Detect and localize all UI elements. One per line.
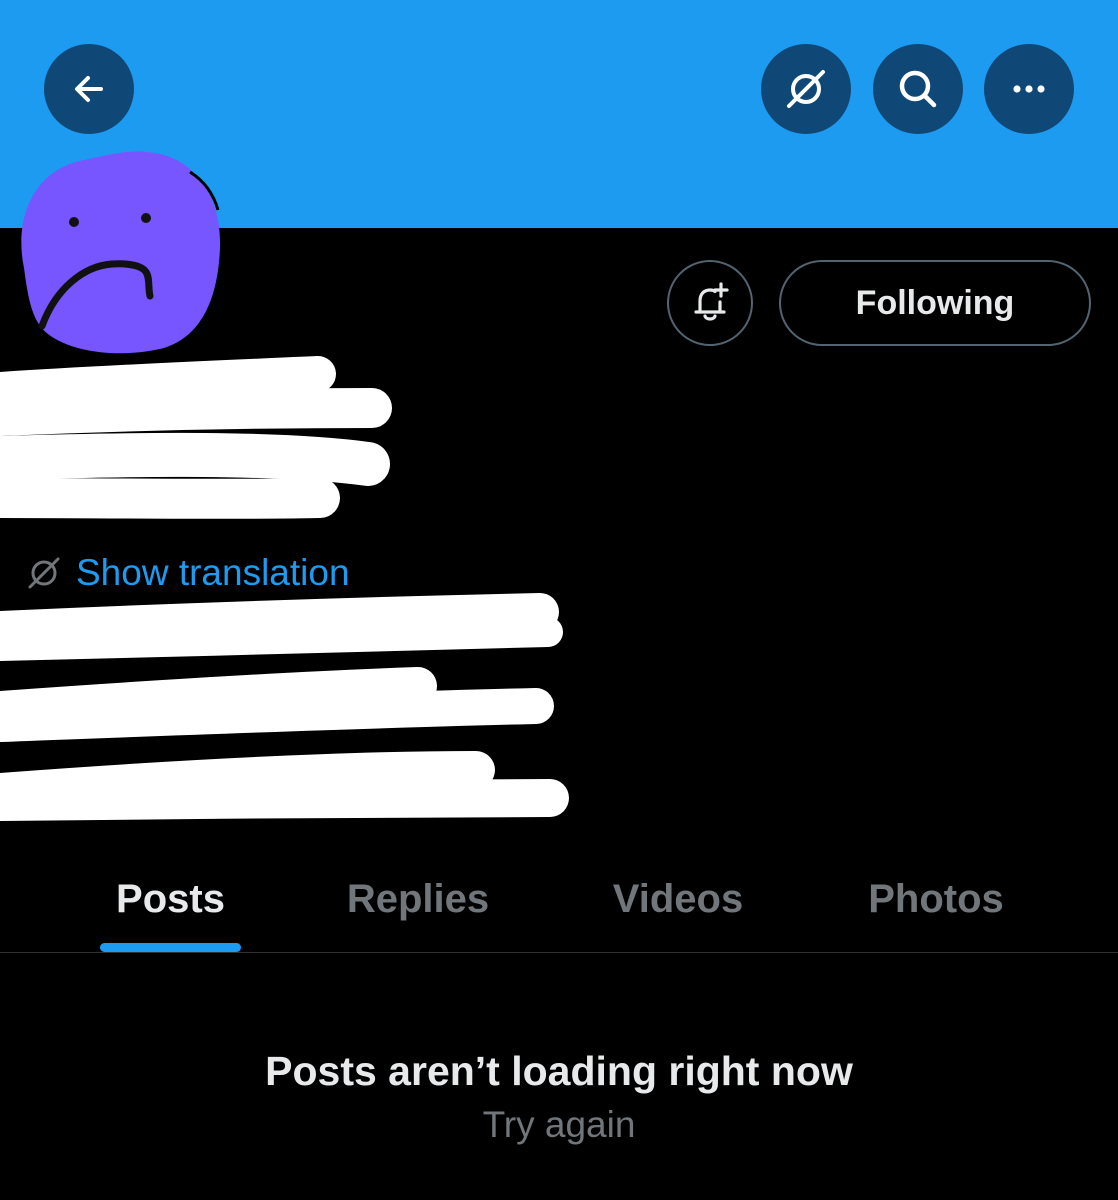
tab-replies[interactable]: Replies	[318, 845, 518, 953]
show-translation-link[interactable]: Show translation	[26, 548, 350, 598]
notification-bell-button[interactable]	[667, 260, 753, 346]
following-button[interactable]: Following	[779, 260, 1091, 346]
arrow-left-icon	[75, 76, 103, 102]
show-translation-label: Show translation	[76, 552, 350, 593]
profile-page: Following Show translation Posts Replies…	[0, 0, 1118, 1200]
bell-plus-icon	[694, 282, 729, 321]
active-tab-indicator	[100, 943, 241, 952]
avatar[interactable]	[14, 148, 226, 358]
translate-slash-icon	[787, 70, 825, 108]
profile-tabs: Posts Replies Videos Photos	[0, 845, 1118, 953]
retry-container: Try again	[0, 1104, 1118, 1146]
tab-videos[interactable]: Videos	[578, 845, 778, 953]
translate-button[interactable]	[761, 44, 851, 134]
tab-photos[interactable]: Photos	[836, 845, 1036, 953]
search-icon	[899, 70, 937, 108]
tab-posts[interactable]: Posts	[90, 845, 251, 953]
more-horizontal-icon	[1013, 85, 1045, 93]
try-again-button[interactable]: Try again	[483, 1104, 636, 1145]
search-button[interactable]	[873, 44, 963, 134]
more-button[interactable]	[984, 44, 1074, 134]
back-button[interactable]	[44, 44, 134, 134]
translate-slash-icon	[28, 557, 60, 589]
posts-error-message: Posts aren’t loading right now	[265, 1048, 853, 1094]
